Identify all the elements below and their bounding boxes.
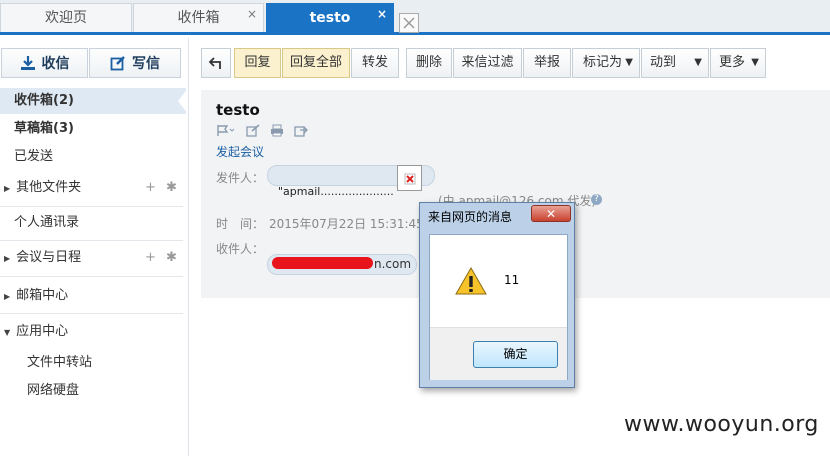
expand-icon[interactable]: ▶ <box>4 254 10 263</box>
sidebar-item-label: 个人通讯录 <box>14 215 80 230</box>
sidebar-item-net-disk[interactable]: 网络硬盘 <box>0 378 186 404</box>
sender-name: "apmail..................... <box>278 185 394 198</box>
chevron-down-icon: ▼ <box>694 57 702 68</box>
receive-button[interactable]: 收信 <box>1 48 88 78</box>
divider <box>0 313 183 314</box>
sidebar-item-label: 应用中心 <box>16 324 69 339</box>
sidebar-item-inbox[interactable]: 收件箱(2) <box>0 88 186 114</box>
more-dropdown[interactable]: 更多 ▼ <box>710 48 766 78</box>
tab-label: 收件箱 <box>177 10 220 26</box>
forward-button[interactable]: 转发 <box>351 48 399 78</box>
broken-image-icon <box>399 13 419 33</box>
dialog-footer: 确定 <box>430 327 567 380</box>
time-value: 2015年07月22日 15:31:45 ( <box>269 217 433 231</box>
sidebar-item-calendar[interactable]: ▶ 会议与日程 <box>0 245 186 271</box>
add-event-icon[interactable]: + <box>145 250 156 265</box>
close-icon[interactable]: × <box>377 8 387 20</box>
watermark: www.wooyun.org <box>624 412 819 437</box>
sidebar-item-label: 邮箱中心 <box>16 288 69 303</box>
print-icon[interactable] <box>270 124 284 137</box>
edit-icon[interactable] <box>246 124 260 137</box>
expand-icon[interactable]: ▶ <box>4 184 10 193</box>
mark-as-label: 标记为 <box>583 55 623 70</box>
mail-subject: testo <box>216 101 260 119</box>
time-label: 时 间： <box>216 217 265 231</box>
receive-label: 收信 <box>41 56 70 72</box>
sidebar-item-app-center[interactable]: ▼ 应用中心 <box>0 319 186 345</box>
delete-button[interactable]: 删除 <box>406 48 452 78</box>
chevron-down-icon: ▼ <box>751 57 759 68</box>
compose-button[interactable]: 写信 <box>89 48 181 78</box>
alert-dialog: 来自网页的消息 ✕ 11 确定 <box>419 202 575 388</box>
tab-label: testo <box>309 10 351 26</box>
sidebar-item-label: 文件中转站 <box>27 355 93 370</box>
warning-icon <box>455 267 487 295</box>
close-icon[interactable]: ✕ <box>531 205 571 222</box>
sidebar-item-label: 已发送 <box>14 149 54 164</box>
pencil-icon <box>110 56 125 71</box>
move-to-label: 动到 <box>650 55 677 70</box>
ok-button[interactable]: 确定 <box>473 341 558 368</box>
sidebar-item-label: 草稿箱(3) <box>14 121 74 136</box>
collapse-icon[interactable]: ▼ <box>4 328 10 337</box>
help-icon[interactable]: ? <box>591 194 602 205</box>
sidebar-item-label: 收件箱(2) <box>14 93 74 108</box>
add-folder-icon[interactable]: + <box>145 180 156 195</box>
sidebar-item-label: 其他文件夹 <box>16 180 82 195</box>
sidebar-item-file-transfer[interactable]: 文件中转站 <box>0 350 186 376</box>
tab-welcome[interactable]: 欢迎页 <box>0 3 132 32</box>
back-button[interactable] <box>201 48 231 78</box>
reply-button[interactable]: 回复 <box>234 48 281 78</box>
divider <box>0 276 183 277</box>
sidebar-item-label: 会议与日程 <box>16 250 82 265</box>
redaction-mark <box>272 257 373 269</box>
dialog-body: 11 确定 <box>429 234 568 380</box>
download-icon <box>20 56 35 70</box>
tab-label: 欢迎页 <box>45 10 87 26</box>
to-label: 收件人： <box>216 242 265 256</box>
move-to-dropdown[interactable]: 动到 ▼ <box>641 48 709 78</box>
sidebar-item-contacts[interactable]: 个人通讯录 <box>0 210 186 236</box>
filter-button[interactable]: 来信过滤 <box>453 48 522 78</box>
reply-all-button[interactable]: 回复全部 <box>282 48 350 78</box>
start-meeting-link[interactable]: 发起会议 <box>216 143 264 160</box>
sidebar-item-drafts[interactable]: 草稿箱(3) <box>0 116 186 142</box>
expand-icon[interactable]: ▶ <box>4 292 10 301</box>
close-icon[interactable]: × <box>247 8 257 20</box>
sidebar-item-sent[interactable]: 已发送 <box>0 144 186 170</box>
chevron-down-icon: ▼ <box>625 57 633 68</box>
sidebar-item-other-folders[interactable]: ▶ 其他文件夹 <box>0 175 186 201</box>
sidebar-item-mail-center[interactable]: ▶ 邮箱中心 <box>0 283 186 309</box>
tab-testo[interactable]: testo × <box>266 3 394 32</box>
divider <box>0 206 183 207</box>
back-arrow-icon <box>208 57 221 69</box>
selection-notch <box>178 88 188 114</box>
divider <box>0 240 183 241</box>
dialog-message: 11 <box>504 273 520 287</box>
more-label: 更多 <box>719 55 746 70</box>
tab-inbox[interactable]: 收件箱 × <box>133 3 264 32</box>
gear-icon[interactable]: ✱ <box>166 180 177 195</box>
mail-action-icons <box>216 124 308 137</box>
dialog-title: 来自网页的消息 <box>428 210 513 224</box>
report-button[interactable]: 举报 <box>523 48 571 78</box>
flag-icon[interactable] <box>216 124 236 137</box>
mark-as-dropdown[interactable]: 标记为 ▼ <box>572 48 640 78</box>
sidebar-item-label: 网络硬盘 <box>27 383 80 398</box>
gear-icon[interactable]: ✱ <box>166 250 177 265</box>
from-label: 发件人： <box>216 171 265 185</box>
broken-image-icon <box>397 165 422 191</box>
share-icon[interactable] <box>294 124 308 137</box>
recipient-suffix: n.com <box>374 257 412 271</box>
compose-label: 写信 <box>132 56 160 72</box>
